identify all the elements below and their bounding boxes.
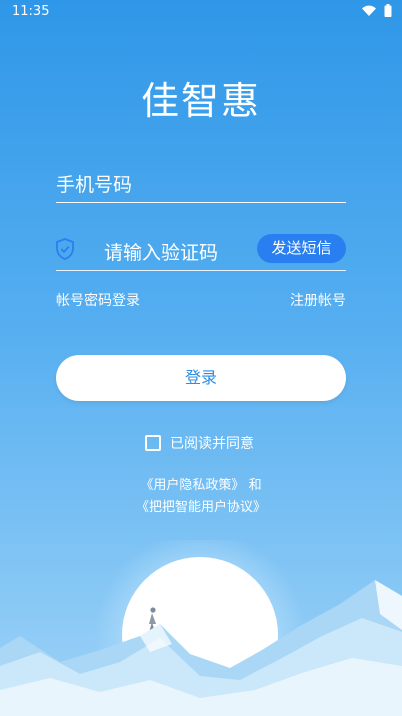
verification-code-input[interactable]: 请输入验证码 (104, 238, 218, 265)
agreement-label: 已阅读并同意 (170, 436, 254, 452)
phone-input[interactable]: 手机号码 (56, 166, 346, 203)
verification-code-row: 请输入验证码 发送短信 (56, 232, 346, 271)
status-bar: 11:35 (0, 0, 402, 24)
policy-line: 《用户隐私政策》 和 (0, 474, 402, 493)
register-link[interactable]: 注册帐号 (290, 290, 346, 310)
policy-conjunction: 和 (248, 478, 262, 493)
app-title: 佳智惠 (140, 79, 261, 123)
agreement-checkbox[interactable] (145, 435, 161, 451)
battery-icon (384, 4, 392, 17)
user-agreement-link[interactable]: 《把把智能用户协议》 (0, 496, 402, 515)
shield-icon (56, 238, 74, 260)
moon-landscape-illustration (0, 540, 402, 716)
agreement-row: 已阅读并同意 (145, 433, 254, 453)
status-icons (362, 4, 392, 17)
privacy-policy-link[interactable]: 《用户隐私政策》 (140, 478, 244, 493)
wifi-icon (362, 5, 376, 16)
login-button[interactable]: 登录 (56, 355, 346, 401)
phone-placeholder: 手机号码 (56, 174, 133, 196)
password-login-link[interactable]: 帐号密码登录 (56, 290, 140, 310)
send-sms-button[interactable]: 发送短信 (257, 234, 346, 263)
status-time: 11:35 (12, 4, 50, 19)
